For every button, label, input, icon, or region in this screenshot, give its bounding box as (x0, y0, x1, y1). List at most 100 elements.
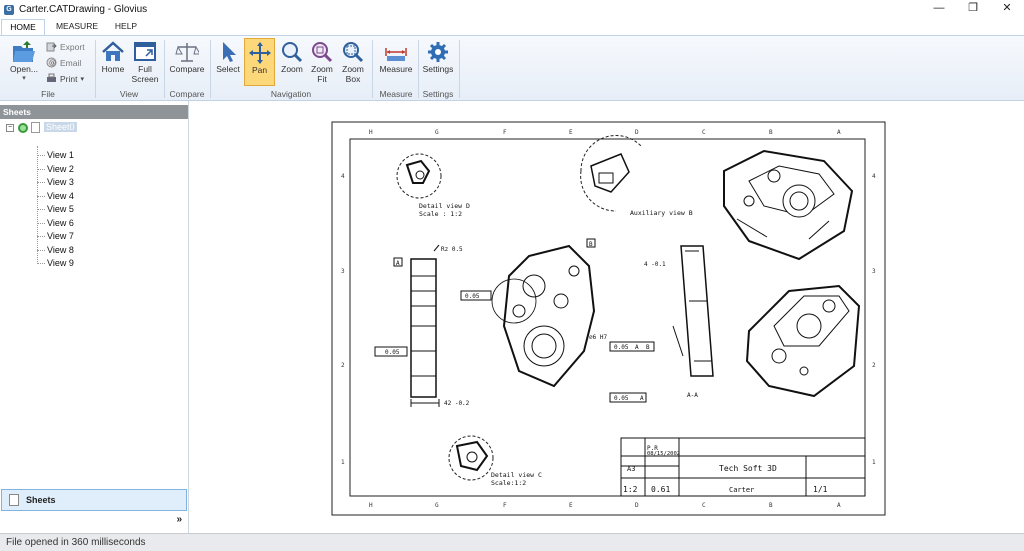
home-button[interactable]: Home (98, 40, 128, 84)
tolerance-ref-a2: A (640, 395, 644, 402)
dim-m6: ⌀6 H7 (589, 334, 607, 341)
datum-b: B (589, 241, 593, 248)
drawing-canvas[interactable]: H G F E D C B A H G F E D C B A 4 3 2 1 … (189, 101, 1024, 533)
tb-scale: 1:2 (623, 485, 638, 494)
full-screen-button[interactable]: Full Screen (130, 40, 160, 88)
sheets-sidebar: Sheets − Sheet0 View 1 View 2 View 3 Vie… (0, 105, 188, 533)
border-letter: E (569, 129, 573, 136)
tree-item-view-3[interactable]: View 3 (47, 177, 74, 187)
home-icon (102, 41, 124, 61)
tab-help[interactable]: HELP (108, 19, 144, 35)
tree-guide (37, 196, 45, 197)
tree-item-view-1[interactable]: View 1 (47, 150, 74, 160)
border-letter: A (837, 129, 841, 136)
zoom-box-icon (343, 42, 364, 63)
zoom-button[interactable]: Zoom (278, 40, 306, 84)
border-letter: B (769, 129, 773, 136)
title-bar: G Carter.CATDrawing - Glovius — ❐ ✕ (0, 0, 1024, 19)
status-bar: File opened in 360 milliseconds (0, 533, 1024, 551)
group-label-view: View (119, 89, 139, 99)
tree-root-sheet0[interactable]: Sheet0 (44, 122, 77, 132)
tree-guide (37, 155, 45, 156)
zoom-fit-icon (312, 42, 333, 63)
chevron-down-icon: ▾ (80, 75, 84, 83)
open-button[interactable]: Open... ▾ (6, 40, 42, 84)
tab-measure[interactable]: MEASURE (50, 19, 104, 35)
select-button[interactable]: Select (214, 40, 242, 84)
more-chevron-icon[interactable]: » (176, 514, 182, 525)
app-icon: G (4, 4, 14, 15)
home-label: Home (101, 64, 125, 74)
restore-button[interactable]: ❐ (956, 0, 990, 19)
print-label: Print (60, 73, 78, 84)
sheets-panel-button[interactable]: Sheets (1, 489, 187, 511)
measure-button[interactable]: Measure (377, 40, 415, 84)
divider (210, 40, 211, 98)
dim-42: 42 -0.2 (444, 400, 470, 407)
ribbon-tabs: HOME MEASURE HELP (0, 19, 1024, 35)
border-letter: C (702, 129, 706, 136)
tree-guide (37, 182, 45, 183)
tolerance-2: 0.05 (465, 293, 480, 300)
tree-item-view-4[interactable]: View 4 (47, 191, 74, 201)
pan-label: Pan (251, 65, 268, 75)
compare-label: Compare (169, 64, 205, 74)
divider (459, 40, 460, 98)
minimize-button[interactable]: — (922, 0, 956, 19)
border-number: 3 (872, 268, 876, 275)
drawing-viewport[interactable]: H G F E D C B A H G F E D C B A 4 3 2 1 … (188, 101, 1024, 533)
title-block[interactable]: P.R 08/15/2002 A3 Tech Soft 3D 1:2 0.61 … (620, 437, 866, 497)
tree-guide (37, 146, 38, 264)
tb-name: Carter (729, 486, 754, 494)
tb-sheet: 1/1 (813, 485, 828, 494)
border-letter: D (635, 502, 639, 509)
tree-item-view-2[interactable]: View 2 (47, 164, 74, 174)
cursor-arrow-icon (223, 42, 236, 62)
settings-label: Settings (422, 64, 454, 74)
dim-4: 4 -0.1 (644, 261, 666, 268)
border-letter: H (369, 129, 373, 136)
ruler-icon (385, 48, 407, 61)
border-letter: G (435, 502, 439, 509)
section-aa-label: A-A (687, 392, 698, 399)
close-button[interactable]: ✕ (990, 0, 1024, 19)
pan-button[interactable]: Pan (244, 38, 275, 86)
email-button[interactable]: @ Email (46, 57, 81, 68)
zoom-fit-label-1: Zoom (311, 64, 333, 74)
tolerance-4: 0.05 (614, 344, 629, 351)
select-label: Select (216, 64, 240, 74)
zoom-box-button[interactable]: Zoom Box (339, 40, 367, 88)
tree-guide (37, 250, 45, 251)
tab-home[interactable]: HOME (1, 19, 45, 35)
border-letter: C (702, 502, 706, 509)
print-button[interactable]: Print ▾ (46, 73, 84, 84)
pan-arrows-icon (248, 42, 271, 64)
email-label: Email (60, 57, 82, 68)
border-number: 1 (341, 459, 345, 466)
tb-weight: 0.61 (651, 485, 670, 494)
tb-company: Tech Soft 3D (719, 464, 777, 473)
divider (372, 40, 373, 98)
zoom-fit-button[interactable]: Zoom Fit (308, 40, 336, 88)
border-number: 4 (872, 173, 876, 180)
aux-b-label: Auxiliary view B (630, 209, 693, 217)
detail-c-scale: Scale:1:2 (491, 479, 526, 487)
tree-item-view-5[interactable]: View 5 (47, 204, 74, 214)
tree-item-view-7[interactable]: View 7 (47, 231, 74, 241)
tree-item-view-8[interactable]: View 8 (47, 245, 74, 255)
tree-item-view-9[interactable]: View 9 (47, 258, 74, 268)
tb-size: A3 (627, 465, 635, 473)
border-number: 1 (872, 459, 876, 466)
export-icon (46, 42, 57, 52)
collapse-toggle[interactable]: − (6, 124, 14, 132)
sheet-page-icon (9, 494, 19, 506)
border-letter: B (769, 502, 773, 509)
border-letter: A (837, 502, 841, 509)
export-button[interactable]: Export (46, 41, 85, 52)
full-screen-label-1: Full (138, 64, 152, 74)
settings-button[interactable]: Settings (420, 40, 456, 84)
datum-a: A (396, 260, 400, 267)
tree-item-view-6[interactable]: View 6 (47, 218, 74, 228)
compare-button[interactable]: Compare (168, 40, 206, 84)
tolerance-3: 0.05 (614, 395, 629, 402)
